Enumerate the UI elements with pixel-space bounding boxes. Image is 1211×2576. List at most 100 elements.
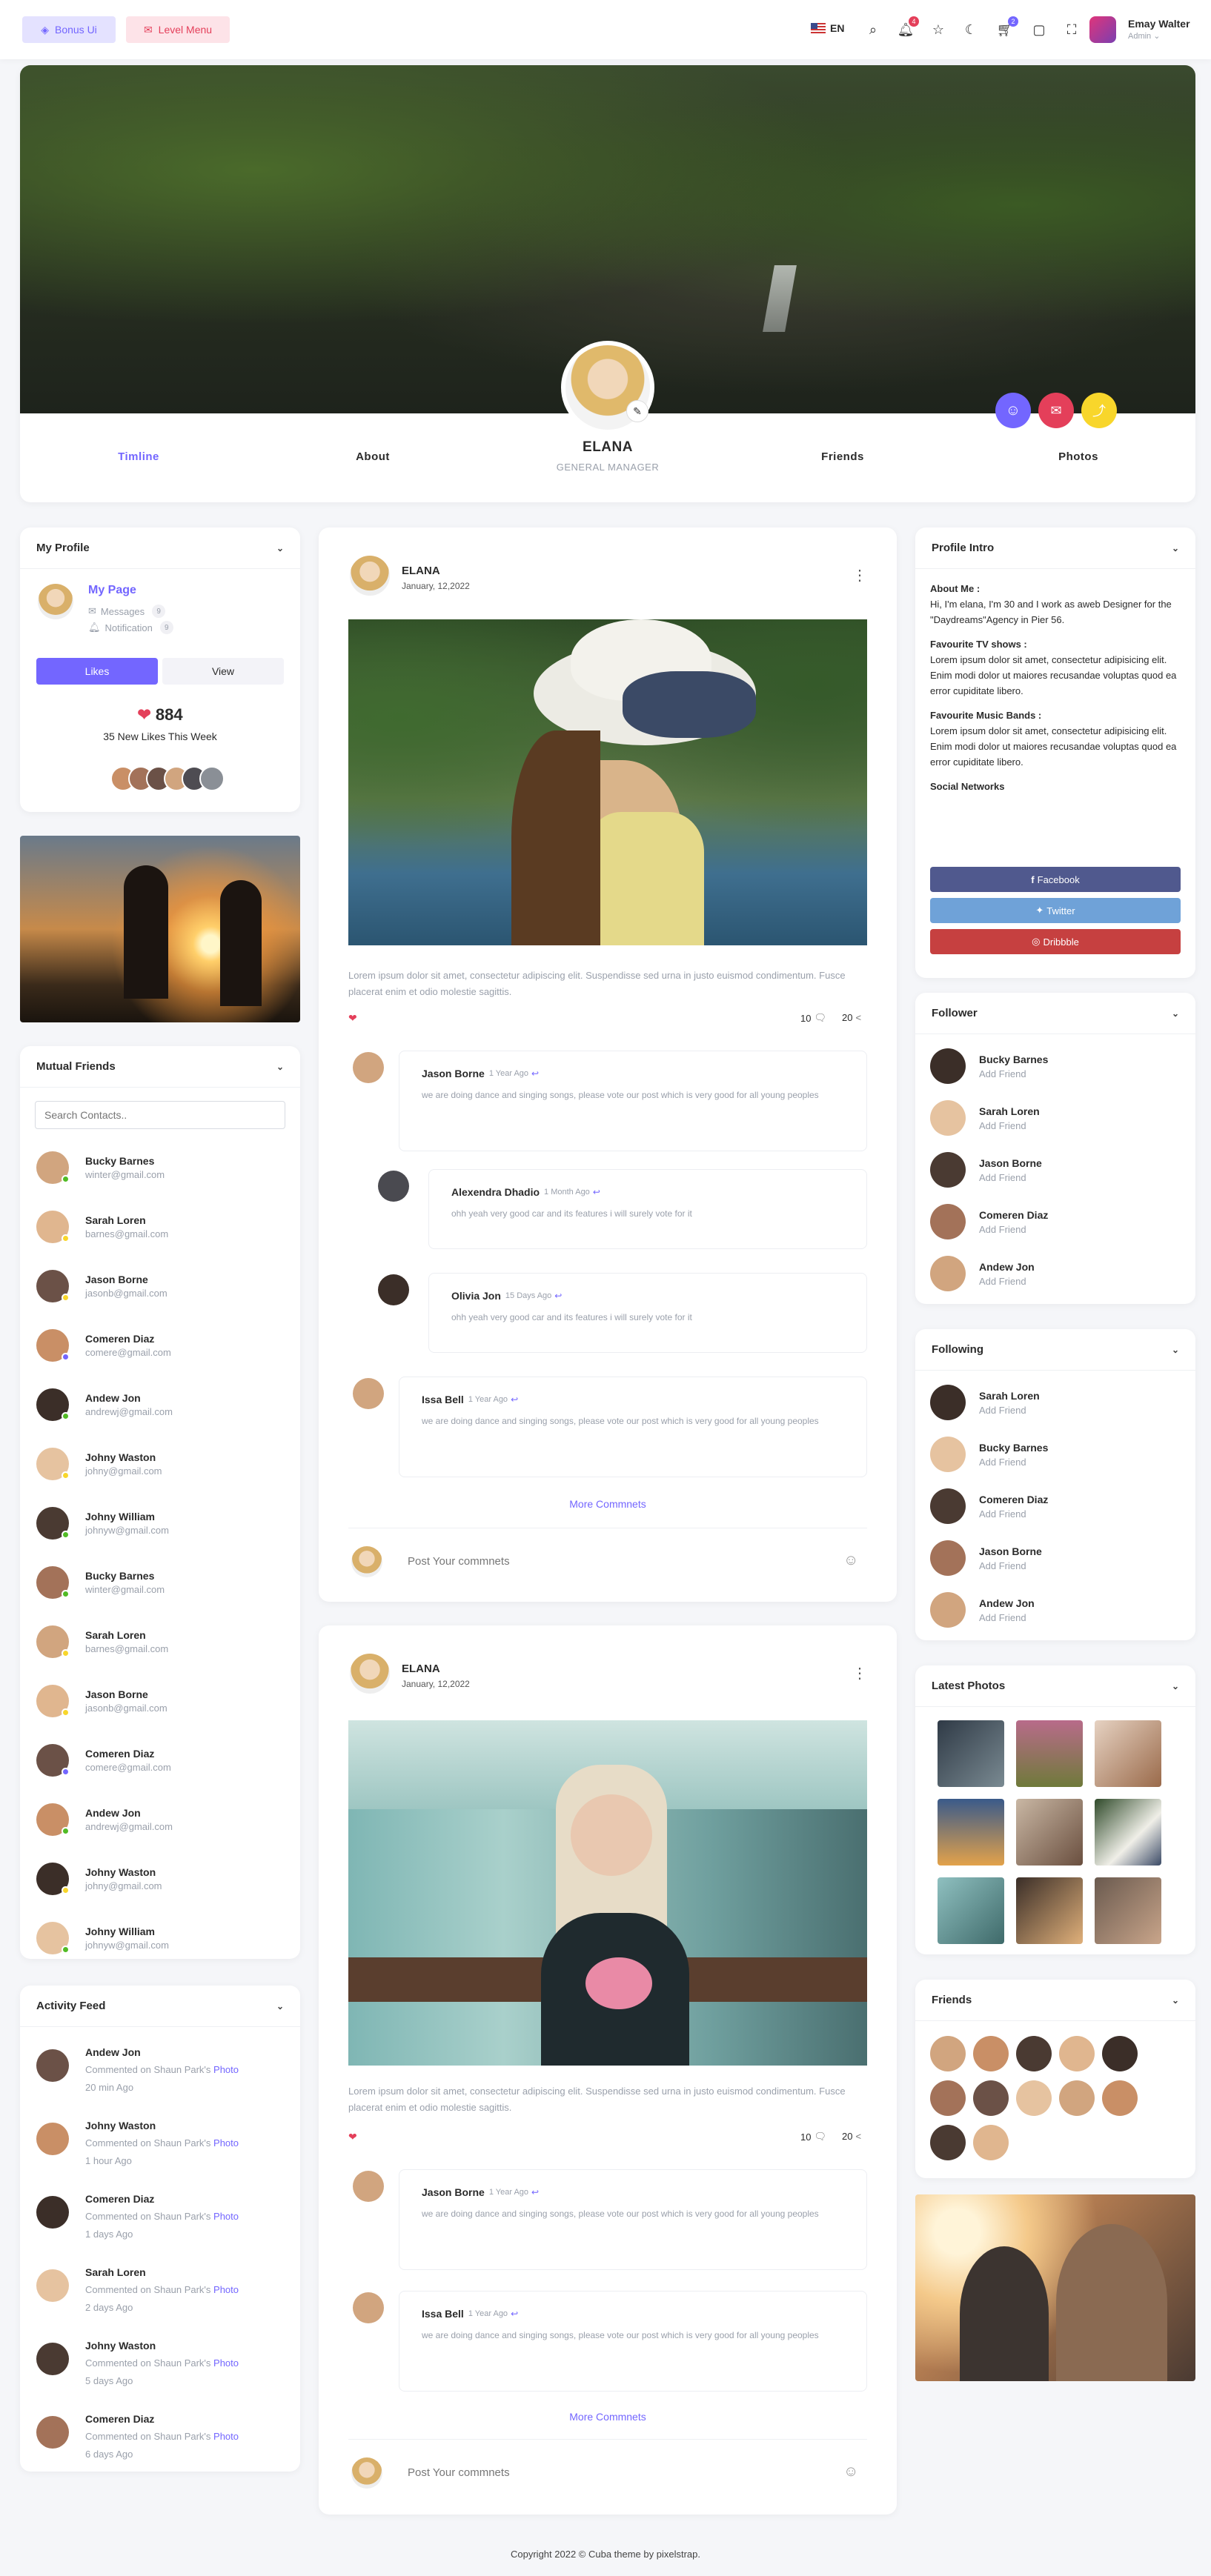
chat-icon[interactable]: ▢: [1030, 21, 1048, 39]
user-avatar[interactable]: [1089, 16, 1116, 43]
friend-avatar[interactable]: [973, 2036, 1009, 2071]
emoji-icon[interactable]: ☺: [843, 1552, 858, 1569]
activity-item[interactable]: Comeren Diaz Commented on Shaun Park's Ph…: [20, 2180, 300, 2253]
like-heart-icon[interactable]: ❤: [348, 2131, 357, 2143]
activity-item[interactable]: Andew Jon Commented on Shaun Park's Photo…: [20, 2033, 300, 2106]
comment-input[interactable]: Post Your commnets: [408, 1555, 510, 1568]
friend-avatar[interactable]: [1016, 2036, 1052, 2071]
activity-photo-link[interactable]: Photo: [213, 2064, 239, 2075]
mutual-friend-item[interactable]: Johny William johnyw@gmail.com: [20, 1494, 300, 1553]
mutual-friends-header[interactable]: Mutual Friends ⌄: [20, 1046, 300, 1088]
activity-photo-link[interactable]: Photo: [213, 2211, 239, 2222]
mutual-friend-item[interactable]: Johny Waston johny@gmail.com: [20, 1434, 300, 1494]
reply-icon[interactable]: ↩: [554, 1291, 562, 1301]
activity-photo-link[interactable]: Photo: [213, 2284, 239, 2295]
notification-row[interactable]: 🔔︎ Notification 9: [88, 621, 173, 634]
shares-count[interactable]: 20 <: [842, 2131, 861, 2142]
mutual-friend-item[interactable]: Bucky Barnes winter@gmail.com: [20, 1553, 300, 1612]
friend-avatar[interactable]: [930, 2125, 966, 2160]
emoji-icon[interactable]: ☺: [843, 2463, 858, 2480]
star-icon[interactable]: ☆: [929, 21, 947, 39]
more-comments-link[interactable]: More Commnets: [319, 2411, 897, 2423]
level-menu-button[interactable]: ✉ Level Menu: [126, 16, 230, 43]
edit-avatar-icon[interactable]: ✎: [626, 400, 648, 422]
cart-icon[interactable]: 🛒︎ 2: [996, 16, 1018, 39]
activity-photo-link[interactable]: Photo: [213, 2357, 239, 2369]
bonus-ui-button[interactable]: ◈ Bonus Ui: [22, 16, 116, 43]
language-selector[interactable]: EN: [811, 22, 844, 34]
share-social-button[interactable]: ⤴: [1081, 393, 1117, 428]
activity-item[interactable]: Sarah Loren Commented on Shaun Park's Pho…: [20, 2253, 300, 2326]
add-friend-link[interactable]: Add Friend: [979, 1224, 1048, 1235]
reply-icon[interactable]: ↩: [511, 2309, 518, 2319]
reply-icon[interactable]: ↩: [511, 1394, 518, 1405]
moon-icon[interactable]: ☾: [962, 21, 980, 39]
friend-avatar[interactable]: [1059, 2036, 1095, 2071]
smile-social-button[interactable]: ☺: [995, 393, 1031, 428]
dribbble-button[interactable]: ◎ Dribbble: [930, 929, 1181, 954]
follow-item[interactable]: Comeren Diaz Add Friend: [915, 1480, 1195, 1532]
latest-photos-header[interactable]: Latest Photos ⌄: [915, 1665, 1195, 1707]
tab-timeline[interactable]: Timline: [94, 450, 183, 463]
add-friend-link[interactable]: Add Friend: [979, 1405, 1040, 1416]
wechat-social-button[interactable]: ✉: [1038, 393, 1074, 428]
reply-icon[interactable]: ↩: [531, 2187, 539, 2197]
latest-photo[interactable]: [1095, 1799, 1161, 1866]
chevron-down-icon[interactable]: ⌄: [1172, 1345, 1179, 1355]
latest-photo[interactable]: [938, 1720, 1004, 1787]
friend-avatar[interactable]: [930, 2080, 966, 2116]
following-header[interactable]: Following ⌄: [915, 1329, 1195, 1371]
mutual-friend-item[interactable]: Jason Borne jasonb@gmail.com: [20, 1257, 300, 1316]
mutual-friend-item[interactable]: Comeren Diaz comere@gmail.com: [20, 1316, 300, 1375]
add-friend-link[interactable]: Add Friend: [979, 1120, 1040, 1131]
activity-photo-link[interactable]: Photo: [213, 2431, 239, 2442]
activity-feed-header[interactable]: Activity Feed ⌄: [20, 1986, 300, 2027]
more-options-icon[interactable]: ⋮: [852, 1664, 867, 1683]
search-contacts-input[interactable]: [35, 1101, 285, 1129]
follow-item[interactable]: Bucky Barnes Add Friend: [915, 1428, 1195, 1480]
friend-avatar[interactable]: [1016, 2080, 1052, 2116]
latest-photo[interactable]: [1016, 1720, 1083, 1787]
chevron-down-icon[interactable]: ⌄: [276, 2001, 284, 2011]
bell-icon[interactable]: 🔔︎ 4: [897, 16, 919, 39]
more-options-icon[interactable]: ⋮: [852, 566, 867, 585]
shares-count[interactable]: 20 <: [842, 1012, 861, 1023]
view-button[interactable]: View: [162, 658, 284, 685]
activity-item[interactable]: Johny Waston Commented on Shaun Park's Ph…: [20, 2326, 300, 2400]
follow-item[interactable]: Comeren Diaz Add Friend: [915, 1196, 1195, 1248]
friend-avatar[interactable]: [1059, 2080, 1095, 2116]
fullscreen-icon[interactable]: ⛶: [1063, 21, 1081, 39]
follow-item[interactable]: Sarah Loren Add Friend: [915, 1377, 1195, 1428]
latest-photo[interactable]: [938, 1877, 1004, 1944]
latest-photo[interactable]: [1016, 1877, 1083, 1944]
mutual-friend-item[interactable]: Sarah Loren barnes@gmail.com: [20, 1612, 300, 1671]
facebook-button[interactable]: f Facebook: [930, 867, 1181, 892]
follow-item[interactable]: Bucky Barnes Add Friend: [915, 1040, 1195, 1092]
friends-header[interactable]: Friends ⌄: [915, 1980, 1195, 2021]
like-heart-icon[interactable]: ❤: [348, 1012, 357, 1025]
reply-icon[interactable]: ↩: [593, 1187, 600, 1197]
follow-item[interactable]: Jason Borne Add Friend: [915, 1144, 1195, 1196]
friend-avatar[interactable]: [1102, 2080, 1138, 2116]
friend-avatar[interactable]: [930, 2036, 966, 2071]
friend-avatar[interactable]: [973, 2125, 1009, 2160]
add-friend-link[interactable]: Add Friend: [979, 1560, 1042, 1571]
comment-input[interactable]: Post Your commnets: [408, 2466, 510, 2479]
mutual-friend-item[interactable]: Sarah Loren barnes@gmail.com: [20, 1197, 300, 1257]
chevron-down-icon[interactable]: ⌄: [276, 1062, 284, 1072]
mutual-friend-item[interactable]: Bucky Barnes winter@gmail.com: [20, 1138, 300, 1197]
likes-button[interactable]: Likes: [36, 658, 158, 685]
add-friend-link[interactable]: Add Friend: [979, 1612, 1035, 1623]
my-profile-header[interactable]: My Profile ⌄: [20, 527, 300, 569]
follower-header[interactable]: Follower ⌄: [915, 993, 1195, 1034]
follow-item[interactable]: Andew Jon Add Friend: [915, 1248, 1195, 1299]
friend-avatar[interactable]: [1102, 2036, 1138, 2071]
follow-item[interactable]: Jason Borne Add Friend: [915, 1532, 1195, 1584]
chevron-down-icon[interactable]: ⌄: [1172, 543, 1179, 553]
user-menu[interactable]: Emay Walter Admin ⌄: [1128, 18, 1190, 41]
activity-item[interactable]: Comeren Diaz Commented on Shaun Park's Ph…: [20, 2400, 300, 2473]
tab-about[interactable]: About: [328, 450, 417, 463]
twitter-button[interactable]: ✦ Twitter: [930, 898, 1181, 923]
mutual-friend-item[interactable]: Andew Jon andrewj@gmail.com: [20, 1375, 300, 1434]
chevron-down-icon[interactable]: ⌄: [1172, 1681, 1179, 1691]
